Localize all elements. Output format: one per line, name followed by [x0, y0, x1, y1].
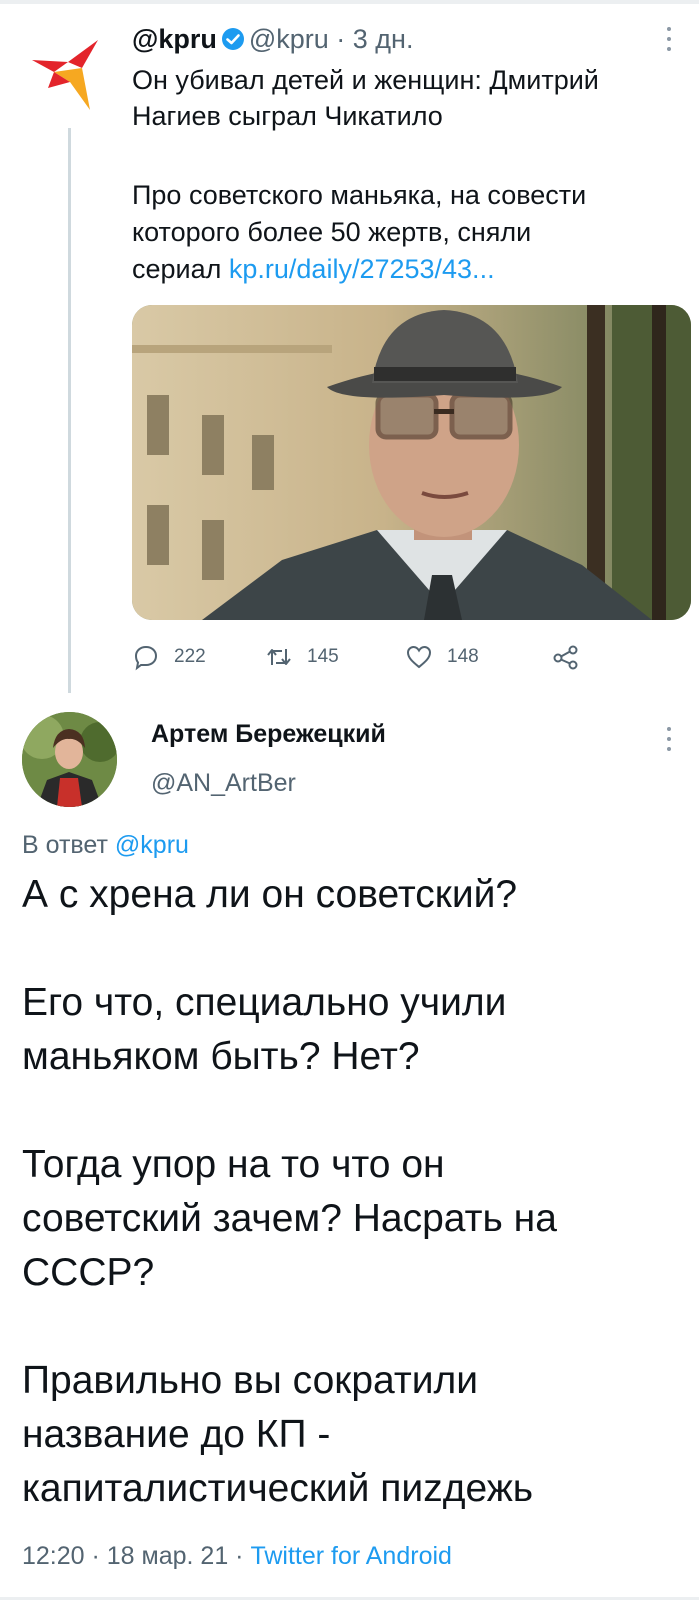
retweet-icon: [267, 649, 291, 665]
verified-icon: [221, 25, 245, 50]
retweet-count: 145: [307, 646, 339, 667]
retweet-action[interactable]: 145: [265, 642, 339, 672]
reply-icon: [134, 645, 158, 671]
reply-paragraph: Правильно вы сократили название до КП - …: [22, 1359, 534, 1510]
reply-to-handle[interactable]: @kpru: [115, 831, 189, 859]
reply-count: 222: [174, 646, 206, 667]
dot-separator: ·: [228, 1542, 251, 1570]
tweet-headline: Он убивал детей и женщин: Дмитрий Нагиев…: [132, 65, 599, 131]
reply-text: А с хрена ли он советский? Его что, спец…: [22, 868, 682, 1516]
reply-author-name[interactable]: Артем Бережецкий: [151, 718, 386, 750]
top-divider: [0, 0, 699, 4]
time-ago[interactable]: 3 дн.: [353, 24, 414, 54]
reply-to-line: В ответ @kpru: [22, 829, 189, 861]
dot-separator: ·: [328, 24, 353, 54]
tweet-meta: 12:20 · 18 мар. 21 · Twitter for Android: [22, 1540, 452, 1572]
reply-author-handle[interactable]: @AN_ArtBer: [151, 767, 296, 799]
author-name[interactable]: @kpru: [132, 24, 217, 54]
reply-paragraph: Его что, специально учили маньяком быть?…: [22, 981, 507, 1078]
share-action[interactable]: [552, 642, 580, 672]
kp-logo-icon[interactable]: [30, 38, 100, 112]
dot-separator: ·: [84, 1542, 107, 1570]
more-icon[interactable]: [664, 24, 674, 54]
tweet-body: Про советского маньяка, на совести котор…: [132, 177, 672, 288]
article-link[interactable]: kp.ru/daily/27253/43...: [229, 254, 495, 284]
body-prefix: сериал: [132, 254, 229, 284]
thread-line: [68, 128, 71, 693]
body-line: Про советского маньяка, на совести: [132, 180, 587, 210]
author-handle[interactable]: @kpru: [249, 24, 329, 54]
reply-action[interactable]: 222: [132, 642, 206, 672]
like-count: 148: [447, 646, 479, 667]
like-icon: [406, 645, 432, 669]
tweet-header: @kpru @kpru · 3 дн.: [132, 22, 413, 56]
reply-to-prefix: В ответ: [22, 831, 115, 859]
reply-paragraph: А с хрена ли он советский?: [22, 873, 518, 916]
tweet-date[interactable]: 18 мар. 21: [107, 1542, 228, 1570]
tweet-image[interactable]: [132, 305, 691, 620]
avatar[interactable]: [22, 712, 117, 807]
like-action[interactable]: 148: [405, 642, 479, 672]
body-line-last: сериал kp.ru/daily/27253/43...: [132, 251, 672, 288]
body-line: которого более 50 жертв, сняли: [132, 217, 532, 247]
tweet-time[interactable]: 12:20: [22, 1542, 85, 1570]
share-icon: [553, 645, 578, 670]
tweet-client[interactable]: Twitter for Android: [250, 1542, 451, 1570]
reply-paragraph: Тогда упор на то что он советский зачем?…: [22, 1143, 557, 1294]
more-icon[interactable]: [664, 724, 674, 754]
